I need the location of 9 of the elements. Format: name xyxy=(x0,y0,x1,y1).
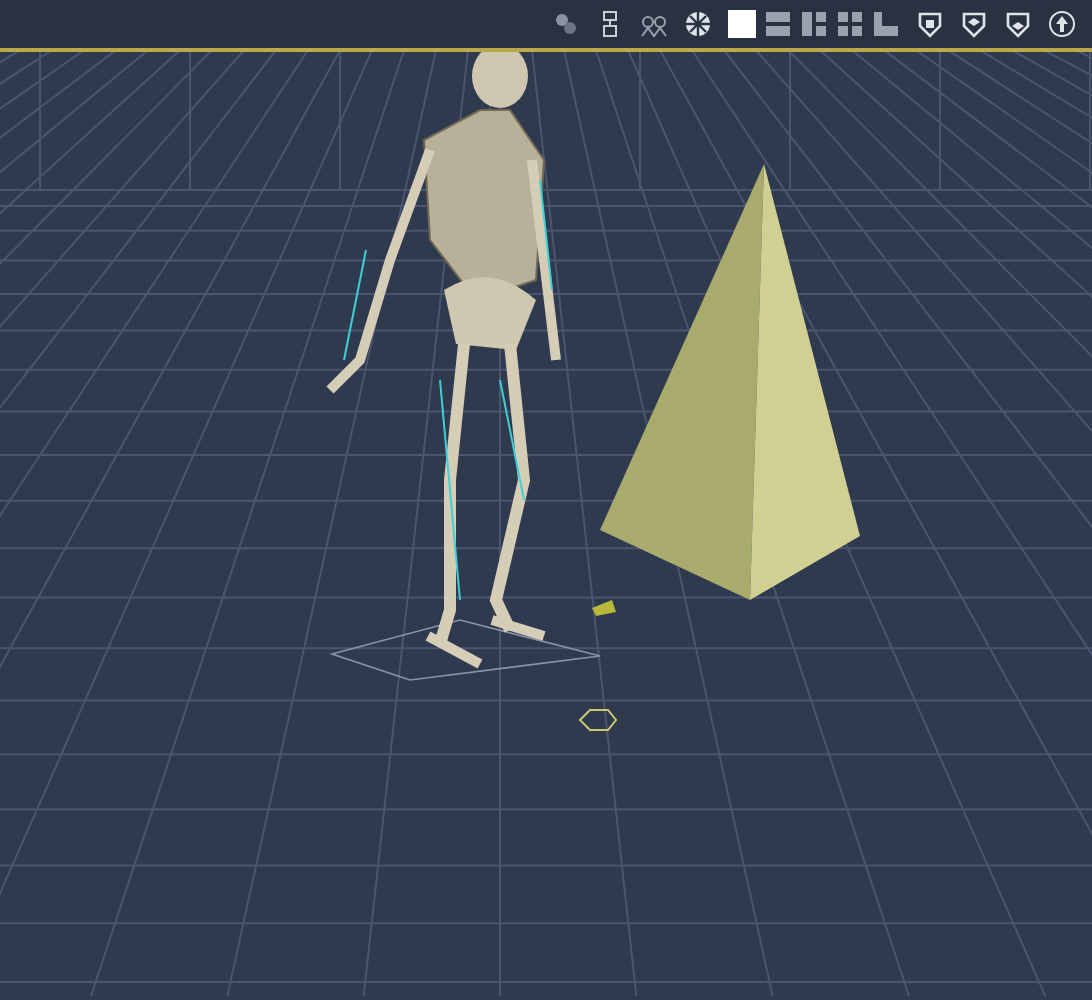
shield-cube-icon[interactable] xyxy=(1004,10,1032,38)
layout-button[interactable] xyxy=(800,10,828,38)
shield-cube-icon[interactable] xyxy=(960,10,988,38)
layout-button[interactable] xyxy=(872,10,900,38)
shield-cube-icon[interactable] xyxy=(916,10,944,38)
layout-button[interactable] xyxy=(836,10,864,38)
layout-button[interactable] xyxy=(764,10,792,38)
hexagon-marker-icon xyxy=(578,709,618,731)
figures-tool-icon[interactable] xyxy=(640,10,668,38)
